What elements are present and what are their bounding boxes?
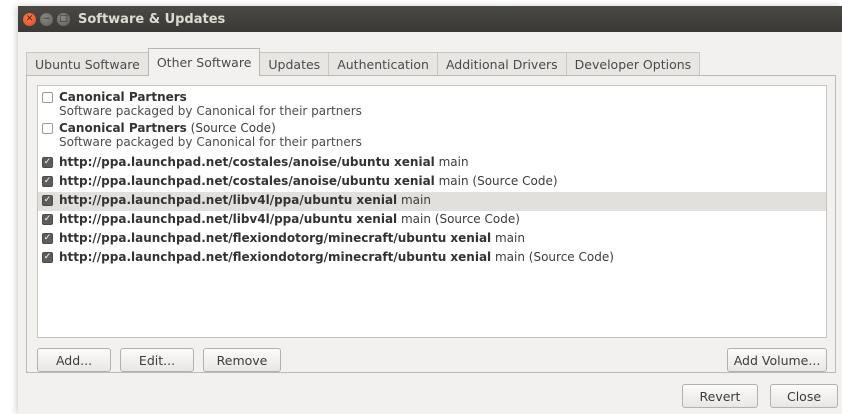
- minimize-icon[interactable]: −: [40, 12, 53, 26]
- tab-bar: Ubuntu Software Other Software Updates A…: [26, 48, 701, 76]
- source-suffix: main: [491, 231, 525, 245]
- source-row[interactable]: Canonical Partners (Source Code) Software…: [38, 120, 826, 151]
- software-sources-list[interactable]: Canonical Partners Software packaged by C…: [37, 85, 827, 338]
- close-button[interactable]: Close: [770, 384, 838, 408]
- check-icon: ✓: [43, 176, 52, 186]
- maximize-icon[interactable]: □: [57, 12, 70, 26]
- source-name: http://ppa.launchpad.net/libv4l/ppa/ubun…: [59, 193, 398, 207]
- tab-other-software[interactable]: Other Software: [147, 48, 261, 76]
- tab-additional-drivers[interactable]: Additional Drivers: [436, 52, 567, 76]
- add-volume-button[interactable]: Add Volume...: [727, 348, 827, 372]
- check-icon: ✓: [43, 214, 52, 224]
- source-suffix: main (Source Code): [397, 212, 520, 226]
- source-text: http://ppa.launchpad.net/costales/anoise…: [59, 154, 469, 170]
- tab-updates[interactable]: Updates: [259, 52, 330, 76]
- window-title: Software & Updates: [78, 11, 226, 27]
- check-icon: ✓: [43, 233, 52, 243]
- source-name: Canonical Partners: [59, 121, 187, 135]
- source-checkbox[interactable]: ✓: [42, 195, 53, 206]
- source-checkbox[interactable]: [42, 92, 53, 103]
- source-checkbox[interactable]: ✓: [42, 157, 53, 168]
- source-description: Software packaged by Canonical for their…: [59, 104, 362, 118]
- title-bar: ✕ − □ Software & Updates: [18, 6, 842, 32]
- check-icon: ✓: [43, 252, 52, 262]
- source-suffix: main (Source Code): [491, 250, 614, 264]
- source-checkbox[interactable]: ✓: [42, 176, 53, 187]
- remove-button[interactable]: Remove: [203, 348, 281, 372]
- source-row[interactable]: Canonical Partners Software packaged by C…: [38, 89, 826, 120]
- edit-button[interactable]: Edit...: [120, 348, 194, 372]
- source-checkbox[interactable]: ✓: [42, 214, 53, 225]
- source-checkbox[interactable]: ✓: [42, 233, 53, 244]
- source-text: Canonical Partners (Source Code) Software…: [59, 120, 362, 149]
- source-name: Canonical Partners: [59, 90, 187, 104]
- source-text: http://ppa.launchpad.net/costales/anoise…: [59, 173, 558, 189]
- tab-developer-options[interactable]: Developer Options: [565, 52, 701, 76]
- source-suffix: main: [434, 155, 469, 169]
- check-icon: ✓: [43, 157, 52, 167]
- source-name: http://ppa.launchpad.net/flexiondotorg/m…: [59, 231, 492, 245]
- add-button[interactable]: Add...: [37, 348, 111, 372]
- tab-ubuntu-software[interactable]: Ubuntu Software: [26, 52, 149, 76]
- source-row[interactable]: ✓ http://ppa.launchpad.net/flexiondotorg…: [38, 249, 826, 268]
- source-row[interactable]: ✓ http://ppa.launchpad.net/flexiondotorg…: [38, 230, 826, 249]
- source-suffix: main: [397, 193, 431, 207]
- source-text: Canonical Partners Software packaged by C…: [59, 89, 362, 118]
- source-checkbox[interactable]: [42, 123, 53, 134]
- source-checkbox[interactable]: ✓: [42, 252, 53, 263]
- source-name: http://ppa.launchpad.net/costales/anoise…: [59, 174, 435, 188]
- source-name: http://ppa.launchpad.net/costales/anoise…: [59, 155, 435, 169]
- source-text: http://ppa.launchpad.net/flexiondotorg/m…: [59, 249, 614, 265]
- source-suffix: (Source Code): [186, 121, 276, 135]
- close-icon[interactable]: ✕: [23, 12, 36, 26]
- software-updates-window: ✕ − □ Software & Updates Ubuntu Software…: [18, 6, 842, 414]
- check-icon: ✓: [43, 195, 52, 205]
- source-text: http://ppa.launchpad.net/flexiondotorg/m…: [59, 230, 525, 246]
- source-row[interactable]: ✓ http://ppa.launchpad.net/costales/anoi…: [38, 154, 826, 173]
- source-name: http://ppa.launchpad.net/flexiondotorg/m…: [59, 250, 492, 264]
- source-suffix: main (Source Code): [434, 174, 558, 188]
- source-text: http://ppa.launchpad.net/libv4l/ppa/ubun…: [59, 192, 431, 208]
- source-row[interactable]: ✓ http://ppa.launchpad.net/libv4l/ppa/ub…: [38, 192, 826, 211]
- tab-authentication[interactable]: Authentication: [328, 52, 438, 76]
- source-row[interactable]: ✓ http://ppa.launchpad.net/costales/anoi…: [38, 173, 826, 192]
- source-row[interactable]: ✓ http://ppa.launchpad.net/libv4l/ppa/ub…: [38, 211, 826, 230]
- source-text: http://ppa.launchpad.net/libv4l/ppa/ubun…: [59, 211, 520, 227]
- source-name: http://ppa.launchpad.net/libv4l/ppa/ubun…: [59, 212, 398, 226]
- source-description: Software packaged by Canonical for their…: [59, 135, 362, 149]
- other-software-panel: Canonical Partners Software packaged by C…: [26, 75, 836, 373]
- revert-button[interactable]: Revert: [682, 384, 758, 408]
